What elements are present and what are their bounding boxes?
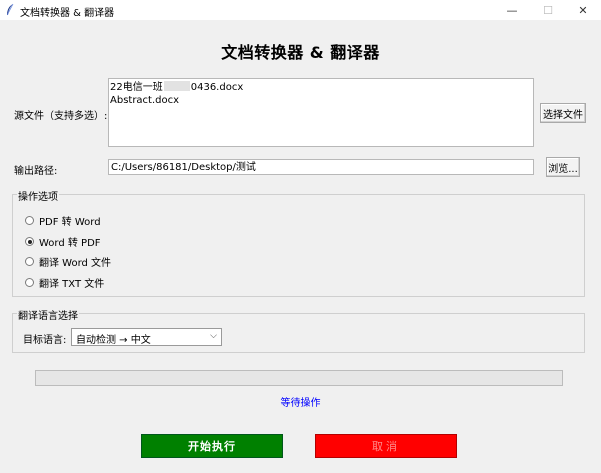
radio-icon[interactable] — [25, 257, 34, 266]
radio-icon[interactable] — [25, 278, 34, 287]
start-button[interactable]: 开始执行 — [141, 434, 283, 458]
close-button[interactable]: ✕ — [568, 0, 598, 20]
target-language-label: 目标语言: — [23, 335, 67, 346]
cancel-button[interactable]: 取消 — [315, 434, 457, 458]
maximize-button[interactable]: ☐ — [533, 0, 563, 20]
minimize-button[interactable]: — — [497, 0, 527, 20]
choose-file-button[interactable]: 选择文件 — [540, 103, 586, 123]
target-language-select[interactable]: 自动检测 → 中文 ⌵ — [71, 328, 222, 346]
chevron-down-icon[interactable]: ⌵ — [210, 331, 217, 341]
browse-button[interactable]: 浏览... — [546, 157, 580, 177]
list-item[interactable]: Abstract.docx — [110, 94, 532, 107]
output-path-input[interactable]: C:/Users/86181/Desktop/测试 — [108, 159, 534, 175]
radio-icon[interactable] — [25, 216, 34, 225]
radio-word-to-pdf[interactable]: Word 转 PDF — [25, 234, 101, 249]
page-title: 文档转换器 & 翻译器 — [221, 43, 380, 62]
source-files-list[interactable]: 22电信一班 0436.docx Abstract.docx — [108, 78, 534, 147]
radio-checked-icon[interactable] — [25, 237, 34, 246]
operations-group: 操作选项 PDF 转 Word Word 转 PDF 翻译 Word 文件 翻译… — [12, 188, 585, 297]
radio-translate-txt[interactable]: 翻译 TXT 文件 — [25, 275, 104, 290]
source-files-label: 源文件（支持多选）: — [14, 111, 108, 122]
output-path-label: 输出路径: — [14, 166, 58, 177]
feather-icon — [7, 3, 14, 16]
window-title: 文档转换器 & 翻译器 — [20, 8, 115, 19]
radio-translate-word[interactable]: 翻译 Word 文件 — [25, 254, 111, 269]
redacted-text — [163, 81, 190, 91]
translation-group-title: 翻译语言选择 — [17, 307, 79, 322]
title-bar: 文档转换器 & 翻译器 — ☐ ✕ — [0, 0, 601, 20]
radio-pdf-to-word[interactable]: PDF 转 Word — [25, 213, 101, 228]
operations-group-title: 操作选项 — [17, 188, 59, 203]
status-text: 等待操作 — [280, 398, 321, 409]
list-item[interactable]: 22电信一班 0436.docx — [110, 81, 532, 94]
progress-bar — [35, 370, 563, 386]
